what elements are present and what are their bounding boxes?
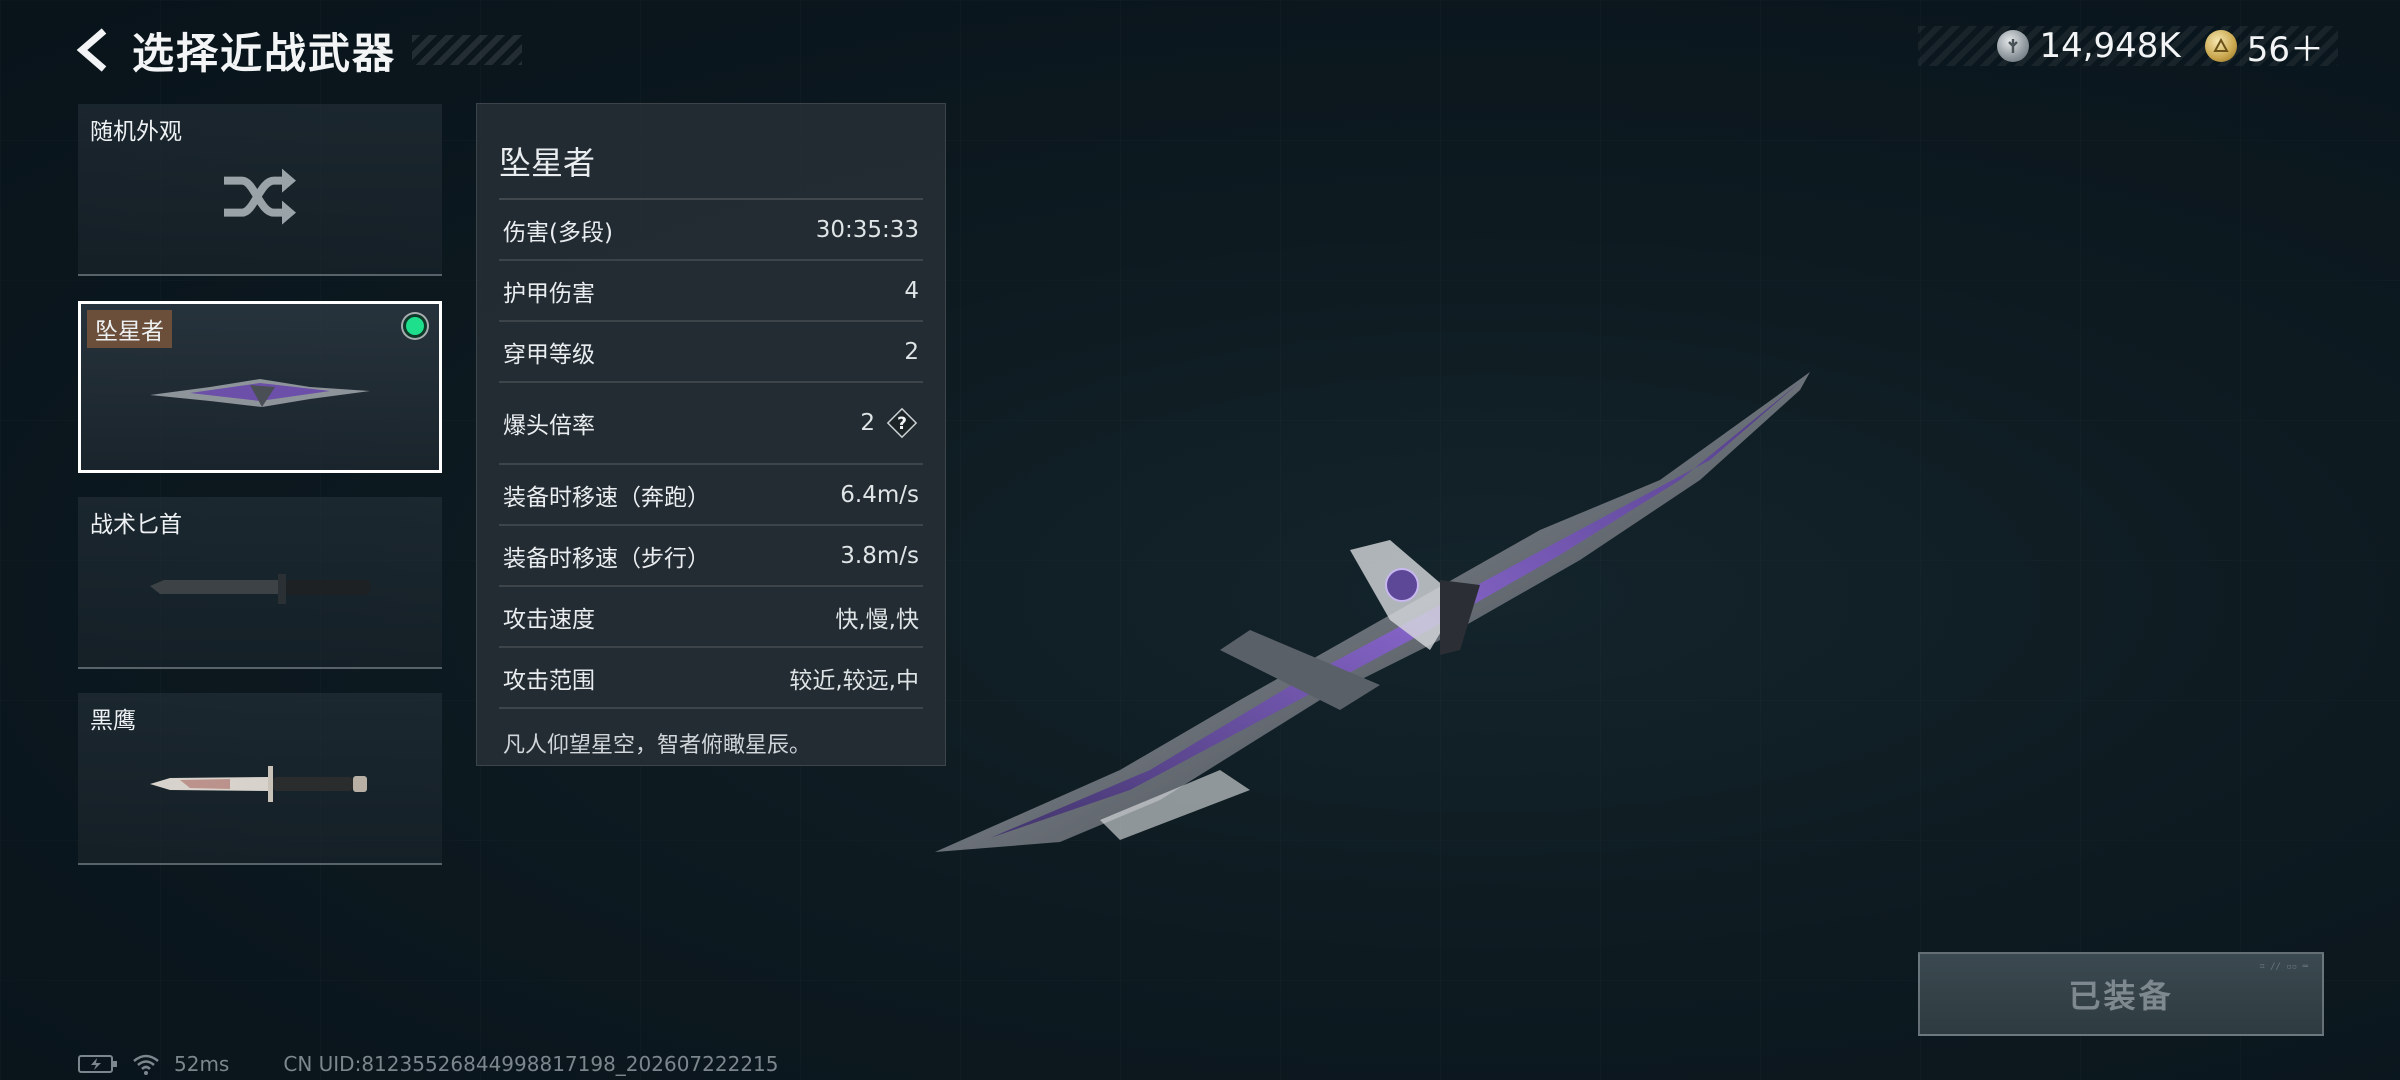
stat-label: 爆头倍率 (503, 413, 595, 439)
stat-row-damage: 伤害(多段) 30:35:33 (499, 200, 923, 261)
equip-button[interactable]: ⌗ ∕∕ ▫▫ ═ 已装备 (1918, 952, 2324, 1036)
back-arrow-icon (76, 28, 107, 72)
button-decoration: ⌗ ∕∕ ▫▫ ═ (2259, 962, 2308, 972)
stat-value: 4 (904, 277, 919, 304)
silver-currency-value: 14,948K (2039, 26, 2181, 66)
wifi-icon (133, 1054, 159, 1075)
stat-value: 快,慢,快 (835, 606, 919, 633)
stat-label: 装备时移速（奔跑） (503, 484, 710, 511)
stat-label: 伤害(多段) (503, 219, 613, 246)
stat-row-attack-speed: 攻击速度 快,慢,快 (499, 587, 923, 648)
stat-row-walk-speed: 装备时移速（步行） 3.8m/s (499, 526, 923, 587)
stat-value: 3.8m/s (840, 542, 919, 569)
weapon-card-starfall[interactable]: 坠星者 (78, 301, 442, 473)
tactical-dagger-icon (150, 574, 370, 604)
stat-value: 6.4m/s (840, 481, 919, 508)
user-uid: CN UID:8123552684499881719​8_20260722221… (283, 1052, 779, 1076)
ping-value: 52ms (174, 1052, 230, 1076)
gold-coin-icon (2204, 30, 2237, 62)
back-button[interactable] (70, 22, 118, 78)
battery-icon (78, 1055, 117, 1073)
weapon-description: 凡人仰望星空，智者俯瞰星辰。 (503, 733, 812, 758)
stat-value: 2 (860, 410, 875, 436)
stat-row-attack-range: 攻击范围 较近,较远,中 (499, 648, 923, 709)
weapon-name: 坠星者 (499, 104, 923, 200)
stat-row-run-speed: 装备时移速（奔跑） 6.4m/s (499, 465, 923, 526)
stat-label: 护甲伤害 (503, 280, 595, 307)
weapon-card-random[interactable]: 随机外观 (78, 104, 442, 276)
silver-coin-icon (1997, 30, 2030, 62)
stat-label: 装备时移速（步行） (503, 545, 710, 572)
weapon-card-black-hawk[interactable]: 黑鹰 (78, 693, 442, 865)
currency-bar: 14,948K 56＋ (1918, 26, 2338, 70)
equipped-indicator-icon (403, 314, 427, 338)
stat-label: 穿甲等级 (503, 341, 595, 368)
stat-value: 较近,较远,中 (789, 667, 919, 694)
stat-value: 2 (904, 338, 919, 365)
title-decoration (412, 35, 523, 65)
help-icon[interactable]: ? (885, 406, 919, 440)
shuffle-icon (224, 168, 296, 225)
weapon-card-tactical-dagger[interactable]: 战术匕首 (78, 497, 442, 669)
stat-row-penetration: 穿甲等级 2 (499, 322, 923, 383)
page-title: 选择近战武器 (132, 28, 397, 78)
weapon-card-label: 坠星者 (87, 310, 172, 348)
stat-row-headshot: 爆头倍率 2 ? (499, 383, 923, 465)
stat-label: 攻击范围 (503, 667, 595, 694)
weapon-card-label: 黑鹰 (90, 708, 136, 734)
stat-value: 30:35:33 (815, 216, 919, 243)
stat-row-armor-damage: 护甲伤害 4 (499, 261, 923, 322)
equip-button-label: 已装备 (2068, 977, 2174, 1015)
gold-currency-value[interactable]: 56＋ (2247, 22, 2324, 71)
status-bar: 52ms CN UID:8123552684499881719​8_202607… (78, 1050, 779, 1078)
weapon-card-label: 随机外观 (90, 119, 182, 145)
black-hawk-knife-icon (150, 766, 367, 802)
weapon-3d-preview[interactable] (920, 350, 1820, 870)
header: 选择近战武器 (70, 22, 523, 78)
starfall-knife-icon (150, 379, 370, 407)
stat-label: 攻击速度 (503, 606, 595, 633)
weapon-card-label: 战术匕首 (90, 512, 182, 538)
weapon-stats-panel: 坠星者 伤害(多段) 30:35:33 护甲伤害 4 穿甲等级 2 爆头倍率 2… (476, 103, 946, 766)
svg-text:?: ? (897, 414, 907, 434)
